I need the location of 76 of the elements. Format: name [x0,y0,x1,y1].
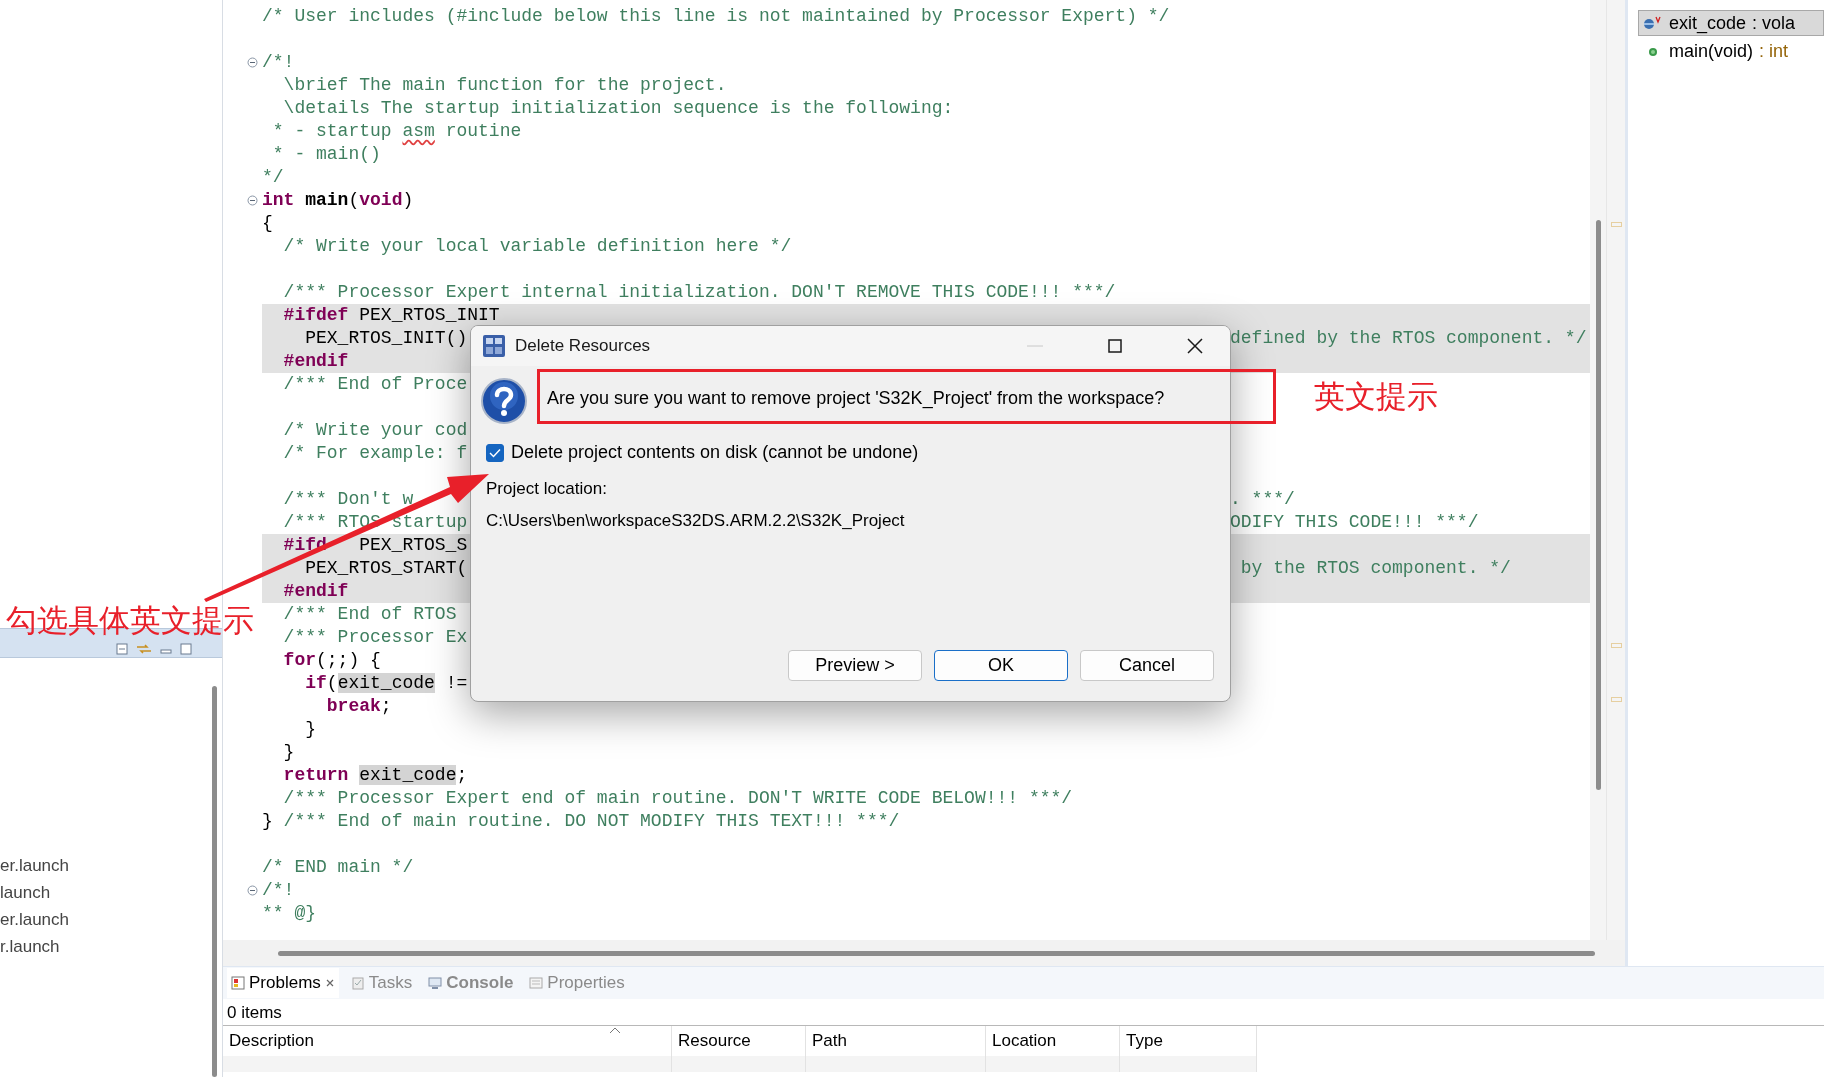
code-line: /* END main */ [262,856,414,879]
code-line: return exit_code; [282,764,468,787]
problems-icon [231,976,245,990]
code-line: * - startup asm routine [271,120,522,143]
confirmation-message: Are you sure you want to remove project 'S32K_Project' from the workspace? [547,387,1165,409]
checkmark-icon [489,447,501,458]
code-line: . ***/ [1230,488,1295,511]
monitor-icon [428,976,443,990]
code-line: break; [325,695,392,718]
dialog-button[interactable]: Cancel [1080,650,1214,681]
code-line: #ifdef PEX_RTOS_INIT [282,304,500,327]
app-icon [483,335,505,357]
dialog-title: Delete Resources [515,336,652,356]
code-line: by the RTOS component. */ [1239,557,1511,580]
code-line: /* For example: f [282,442,468,465]
location-label: Project location: [485,479,608,499]
outline-item[interactable]: main(void) : int [1638,38,1824,64]
code-line: /* Write your cod [282,419,468,442]
view-tab[interactable]: Problems [227,968,339,998]
clipboard-icon [350,976,365,990]
code-line: /* User includes (#include below this line is not maintained by Processor Expert) */ [262,5,1170,28]
code-line: /*** End of RTOS [282,603,457,626]
code-line: PEX_RTOS_INIT() [304,327,468,350]
code-line: /*** End of Proce [282,373,468,396]
method-icon [1649,48,1657,56]
code-line: ODIFY THIS CODE!!! ***/ [1230,511,1479,534]
scrollbar[interactable] [1595,220,1601,790]
code-line: \details The startup initialization sequence is the following: [282,97,954,120]
sort-icon [609,1026,621,1034]
code-line: /*! [262,879,295,902]
code-line: } [304,718,316,741]
link-icon[interactable] [136,643,152,655]
list-icon [529,976,544,990]
maximize-icon[interactable] [1108,339,1122,353]
fold-icon[interactable] [247,57,258,68]
file-item[interactable]: r.launch [0,933,206,960]
code-line: PEX_RTOS_START( [304,557,468,580]
code-line: if(exit_code != [304,672,468,695]
file-item[interactable]: er.launch [0,852,206,879]
code-line: /*** Processor Ex [282,626,468,649]
file-item[interactable]: launch [0,879,206,906]
code-line: \brief The main function for the project. [282,74,727,97]
code-line: int main(void) [262,189,414,212]
checkbox[interactable] [486,443,504,462]
dialog-button[interactable]: OK [934,650,1068,681]
item-count: 0 items [226,1002,283,1024]
code-line: /*** Processor Expert end of main routine. DON'T WRITE CODE BELOW!!! ***/ [282,787,1073,810]
close-icon[interactable] [1187,338,1203,354]
code-line: /*! [262,51,295,74]
fold-icon[interactable] [247,195,258,206]
scrollbar[interactable] [211,686,217,1077]
annotation-text: 英文提示 [1314,378,1438,416]
code-line: /*** Processor Expert internal initialization. DON'T REMOVE THIS CODE!!! ***/ [282,281,1116,304]
collapse-icon[interactable] [116,643,128,655]
scrollbar[interactable] [278,950,1595,956]
code-line: defined by the RTOS component. */ [1230,327,1587,350]
code-line: #endif [282,580,349,603]
annotation-text: 勾选具体英文提示 [6,602,254,640]
field-icon [1643,16,1663,30]
code-line: */ [262,166,284,189]
outline-item[interactable]: exit_code : vola [1638,10,1824,36]
file-item[interactable]: er.launch [0,906,206,933]
code-line: /*** Don't w [282,488,414,511]
code-line: { [262,212,273,235]
code-line: ** @} [262,902,316,925]
code-line: #endif [282,350,349,373]
code-line: } /*** End of main routine. DO NOT MODIFY THIS TEXT!!! ***/ [262,810,900,833]
dialog-button[interactable]: Preview > [788,650,922,681]
help-icon [481,378,527,424]
location-path: C:\Users\ben\workspaceS32DS.ARM.2.2\S32K_Project [485,511,906,531]
code-line: } [282,741,295,764]
code-line: * - main() [271,143,381,166]
code-line: /* Write your local variable definition here */ [282,235,792,258]
checkbox-label[interactable]: Delete project contents on disk (cannot be undone) [511,442,919,463]
code-line: for(;;) { [282,649,381,672]
fold-icon[interactable] [247,885,258,896]
